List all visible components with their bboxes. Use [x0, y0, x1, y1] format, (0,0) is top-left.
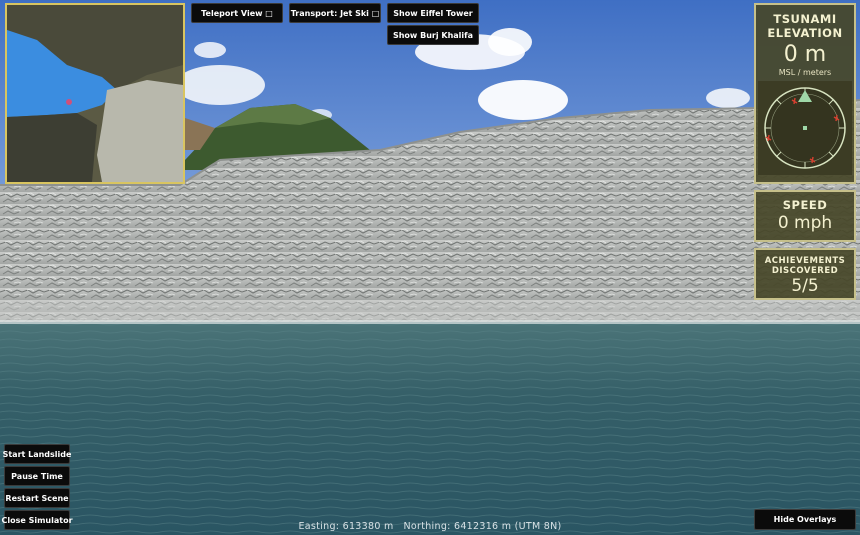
elevation-unit: MSL / meters — [778, 68, 832, 77]
minimap[interactable] — [5, 3, 185, 184]
transport-jet-ski-button[interactable]: Transport: Jet Ski □ — [289, 3, 381, 23]
achievements-value: 5/5 — [791, 276, 819, 296]
speed-title: SPEED — [782, 198, 828, 212]
minimap-terrain — [7, 5, 183, 182]
achievements-panel: ACHIEVEMENTS DISCOVERED 5/5 — [754, 248, 856, 300]
compass-icon — [758, 81, 852, 175]
elevation-title-line2: ELEVATION — [767, 26, 843, 40]
teleport-view-button[interactable]: Teleport View □ — [191, 3, 283, 23]
speed-panel: SPEED 0 mph — [754, 190, 856, 242]
show-eiffel-tower-button[interactable]: Show Eiffel Tower — [387, 3, 479, 23]
elevation-title-line1: TSUNAMI — [773, 12, 837, 26]
speed-value: 0 mph — [777, 213, 833, 233]
elevation-value: 0 m — [783, 42, 827, 67]
utm-coordinates: Easting: 613380 m Northing: 6412316 m (U… — [298, 521, 562, 532]
start-landslide-button[interactable]: Start Landslide — [3, 444, 71, 464]
pause-time-button[interactable]: Pause Time — [4, 466, 70, 486]
tsunami-elevation-panel: TSUNAMI ELEVATION 0 m MSL / meters — [754, 3, 856, 184]
achievements-title-line1: ACHIEVEMENTS — [764, 256, 846, 266]
restart-scene-button[interactable]: Restart Scene — [4, 488, 70, 508]
show-burj-khalifa-button[interactable]: Show Burj Khalifa — [387, 25, 479, 45]
player-marker — [66, 99, 72, 105]
achievements-title-line2: DISCOVERED — [771, 266, 839, 276]
